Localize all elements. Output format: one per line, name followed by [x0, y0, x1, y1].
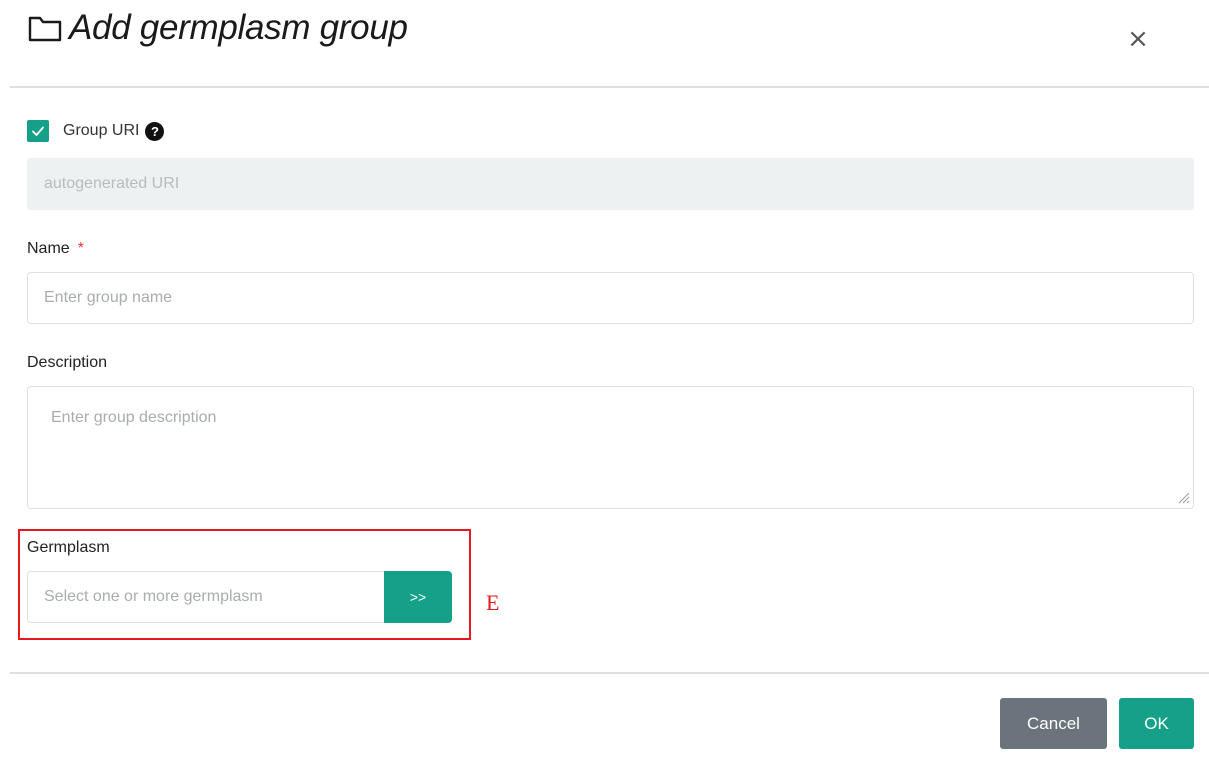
help-icon[interactable]: ?: [145, 121, 165, 141]
folder-icon: [27, 13, 63, 43]
dialog-header: Add germplasm group ×: [0, 0, 1209, 88]
dialog-title: Add germplasm group: [69, 8, 408, 47]
group-uri-input: autogenerated URI: [27, 158, 1194, 210]
annotation-letter: E: [486, 590, 500, 615]
cancel-button[interactable]: Cancel: [1000, 698, 1107, 749]
required-marker: *: [77, 240, 84, 257]
germplasm-select-input[interactable]: [27, 571, 385, 623]
germplasm-open-selector-button[interactable]: >>: [384, 571, 452, 623]
description-label: Description: [27, 354, 108, 371]
dialog-title-wrap: Add germplasm group: [27, 8, 408, 48]
resize-grip-icon[interactable]: [1176, 490, 1190, 504]
description-textarea[interactable]: [27, 386, 1194, 509]
name-label: Name *: [27, 240, 84, 258]
header-divider: [10, 86, 1209, 88]
close-icon[interactable]: ×: [1124, 24, 1152, 54]
name-input[interactable]: [27, 272, 1194, 324]
check-icon: [32, 126, 44, 136]
group-uri-row: Group URI ?: [27, 119, 165, 143]
group-uri-placeholder: autogenerated URI: [44, 175, 180, 192]
group-uri-checkbox[interactable]: [27, 120, 49, 142]
add-germplasm-group-dialog: Add germplasm group × Group URI ? autoge…: [0, 0, 1209, 767]
footer-divider: [10, 672, 1209, 674]
group-uri-label: Group URI: [63, 122, 140, 139]
germplasm-label: Germplasm: [27, 539, 110, 556]
name-label-text: Name: [27, 240, 70, 257]
ok-button[interactable]: OK: [1119, 698, 1194, 749]
